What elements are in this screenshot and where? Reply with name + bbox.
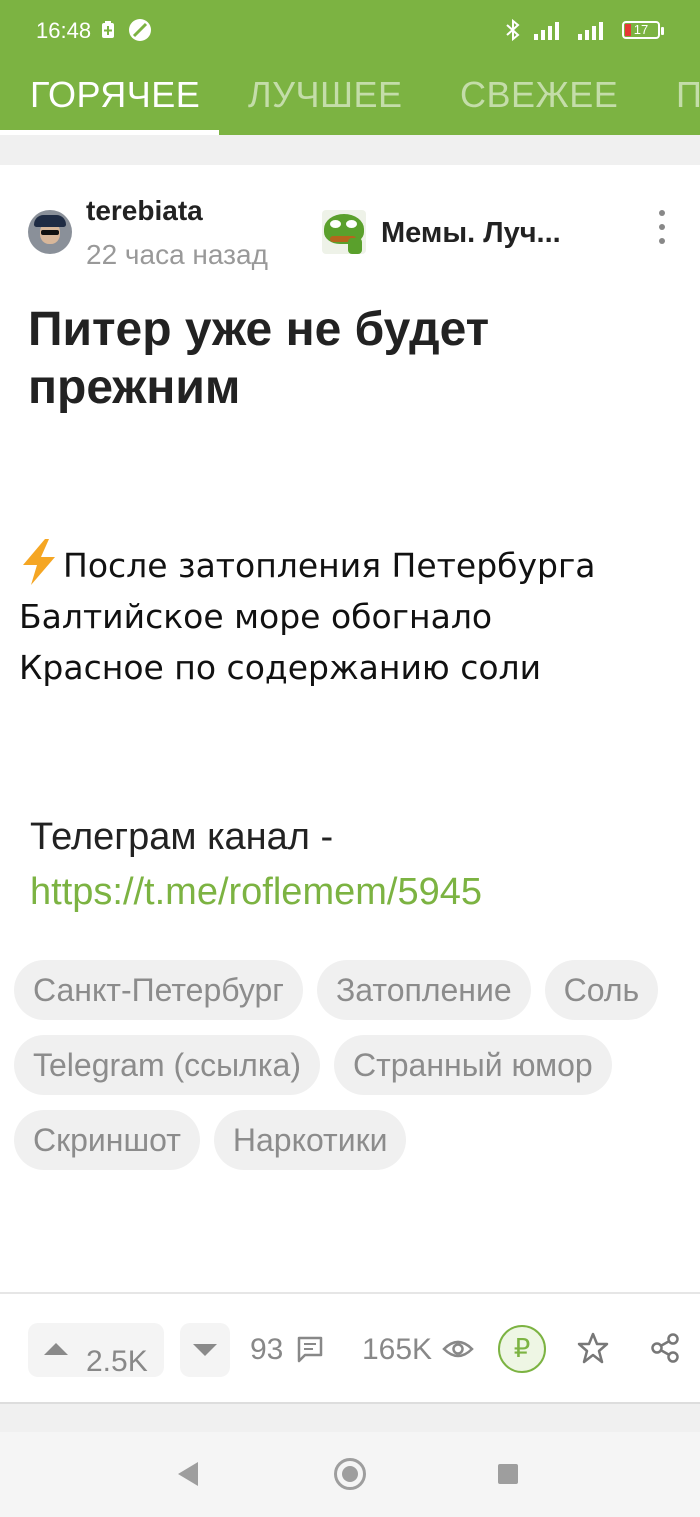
author-avatar[interactable] xyxy=(28,210,72,254)
tab-best[interactable]: ЛУЧШЕЕ xyxy=(248,74,403,116)
telegram-link[interactable]: https://t.me/roflemem/5945 xyxy=(30,865,482,920)
upvote-button[interactable]: 2.5K xyxy=(28,1323,164,1377)
active-tab-indicator xyxy=(0,130,219,135)
back-icon[interactable] xyxy=(178,1462,198,1486)
app-header: 16:48 17 ГОРЯЧЕЕ ЛУЧШЕЕ СВЕЖЕЕ П xyxy=(0,0,700,135)
quote-line-1: После затопления Петербурга xyxy=(19,539,679,591)
tag-item[interactable]: Затопление xyxy=(316,960,531,1020)
author-name[interactable]: terebiata xyxy=(86,195,203,227)
post-image-text: После затопления Петербурга Балтийское м… xyxy=(19,539,679,693)
post-title[interactable]: Питер уже не будет прежним xyxy=(28,301,668,417)
telegram-label: Телеграм канал - xyxy=(30,816,334,858)
bluetooth-icon xyxy=(506,18,520,42)
status-time: 16:48 xyxy=(36,18,92,43)
star-icon[interactable] xyxy=(576,1331,610,1365)
tags-list: Санкт-Петербург Затопление Соль Telegram… xyxy=(14,960,694,1170)
home-icon[interactable] xyxy=(334,1458,366,1490)
battery-saver-icon xyxy=(102,21,114,38)
status-right: 17 xyxy=(504,18,664,42)
signal-icon-2 xyxy=(578,22,603,40)
tag-item[interactable]: Странный юмор xyxy=(333,1035,612,1095)
tab-hot[interactable]: ГОРЯЧЕЕ xyxy=(30,74,200,116)
downvote-button[interactable] xyxy=(180,1323,230,1377)
post-card: terebiata 22 часа назад Мемы. Луч... Пит… xyxy=(0,165,700,1404)
feed-tabs: ГОРЯЧЕЕ ЛУЧШЕЕ СВЕЖЕЕ П xyxy=(0,60,700,135)
eye-icon xyxy=(442,1340,474,1358)
tag-item[interactable]: Соль xyxy=(544,960,659,1020)
donate-button[interactable]: ₽ xyxy=(498,1325,546,1373)
more-icon[interactable] xyxy=(655,210,669,244)
comments-icon[interactable] xyxy=(296,1335,324,1363)
status-bar: 16:48 17 xyxy=(0,0,700,60)
community-name[interactable]: Мемы. Луч... xyxy=(381,217,561,250)
rating-count: 2.5K xyxy=(86,1345,148,1377)
system-nav-bar xyxy=(0,1432,700,1517)
lightning-icon xyxy=(23,539,55,585)
tag-item[interactable]: Скриншот xyxy=(14,1110,200,1170)
tag-item[interactable]: Telegram (ссылка) xyxy=(14,1035,320,1095)
share-icon[interactable] xyxy=(648,1331,682,1365)
divider xyxy=(0,1292,700,1294)
tab-more[interactable]: П xyxy=(676,74,700,116)
battery-icon: 17 xyxy=(622,21,664,39)
signal-icon xyxy=(534,22,559,40)
comments-count[interactable]: 93 xyxy=(250,1333,283,1367)
quote-line-3: Красное по содержанию соли xyxy=(19,648,542,687)
post-time: 22 часа назад xyxy=(86,239,268,270)
battery-level: 17 xyxy=(633,22,649,37)
quote-line-2: Балтийское море обогнало xyxy=(19,597,493,636)
downvote-arrow-icon xyxy=(193,1344,217,1356)
data-saver-icon xyxy=(129,19,151,41)
upvote-arrow-icon xyxy=(44,1343,68,1355)
community-avatar[interactable] xyxy=(322,210,366,254)
post-actions-bar: 2.5K 93 165K ₽ xyxy=(0,1315,700,1385)
recent-apps-icon[interactable] xyxy=(498,1464,518,1484)
views-count: 165K xyxy=(362,1333,433,1366)
tag-item[interactable]: Санкт-Петербург xyxy=(14,960,303,1020)
tab-fresh[interactable]: СВЕЖЕЕ xyxy=(460,74,618,116)
tag-item[interactable]: Наркотики xyxy=(213,1110,407,1170)
